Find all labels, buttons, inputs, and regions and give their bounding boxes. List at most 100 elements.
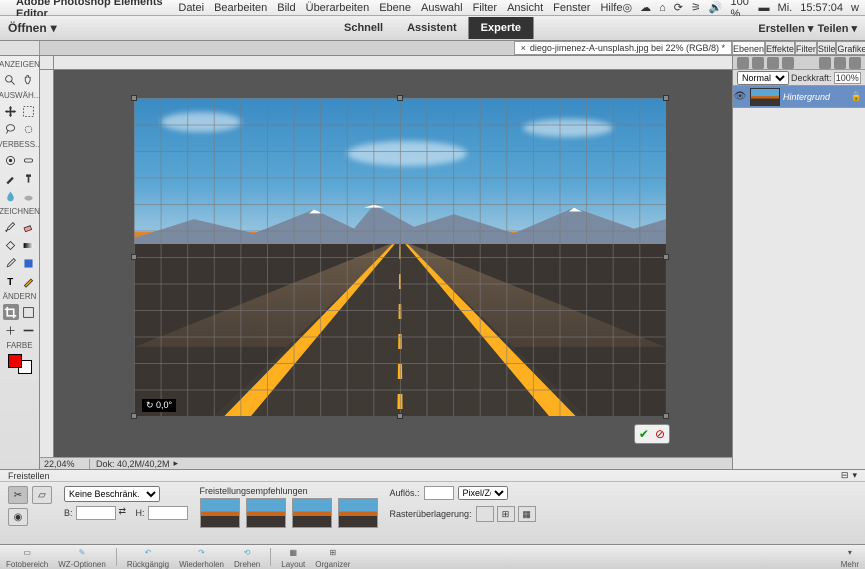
crop-suggestion-thumb[interactable] bbox=[246, 498, 286, 528]
crop-tool[interactable] bbox=[3, 304, 19, 320]
overlay-thirds-button[interactable]: ⊞ bbox=[497, 506, 515, 522]
chevron-right-icon[interactable]: ▸ bbox=[174, 458, 179, 469]
layer-thumbnail[interactable] bbox=[750, 88, 780, 106]
volume-icon[interactable]: 🔊 bbox=[709, 1, 723, 14]
text-tool[interactable]: T bbox=[3, 273, 19, 289]
foreground-color[interactable] bbox=[8, 354, 22, 368]
layer-mask-icon[interactable] bbox=[767, 57, 779, 69]
perspective-crop-icon[interactable]: ▱ bbox=[32, 486, 52, 504]
menu-filter[interactable]: Filter bbox=[473, 2, 497, 14]
status-icon[interactable]: ☁ bbox=[640, 1, 651, 14]
status-icon[interactable]: ◎ bbox=[622, 1, 632, 14]
menu-auswahl[interactable]: Auswahl bbox=[421, 2, 463, 14]
move-tool[interactable] bbox=[3, 103, 19, 119]
eraser-tool[interactable] bbox=[21, 219, 37, 235]
mode-quick[interactable]: Schnell bbox=[332, 17, 395, 39]
crop-suggestion-thumb[interactable] bbox=[338, 498, 378, 528]
adjustment-layer-icon[interactable] bbox=[782, 57, 794, 69]
panel-tab-effekte[interactable]: Effekte bbox=[765, 41, 795, 55]
chevron-down-icon[interactable]: ▾ bbox=[852, 470, 857, 481]
straighten-tool[interactable] bbox=[21, 322, 37, 338]
gradient-tool[interactable] bbox=[21, 237, 37, 253]
dock-fotobereich[interactable]: ▭Fotobereich bbox=[6, 545, 48, 569]
spot-heal-tool[interactable] bbox=[21, 152, 37, 168]
aspect-ratio-select[interactable]: Keine Beschränk. bbox=[64, 486, 160, 502]
visibility-icon[interactable]: 👁 bbox=[733, 91, 747, 102]
open-button[interactable]: Öffnen▾ bbox=[8, 21, 57, 35]
new-layer-icon[interactable] bbox=[737, 57, 749, 69]
quick-select-tool[interactable] bbox=[21, 121, 37, 137]
dock-undo[interactable]: ↶Rückgängig bbox=[127, 545, 169, 569]
collapse-icon[interactable]: ⊟ bbox=[841, 470, 849, 481]
menu-bearbeiten[interactable]: Bearbeiten bbox=[214, 2, 267, 14]
resolution-input[interactable] bbox=[424, 486, 454, 500]
lock-icon[interactable]: 🔒 bbox=[851, 91, 862, 102]
status-icon[interactable]: ⟳ bbox=[674, 1, 683, 14]
layer-fx-icon[interactable] bbox=[752, 57, 764, 69]
layer-name[interactable]: Hintergrund bbox=[783, 92, 851, 102]
color-picker[interactable] bbox=[8, 354, 32, 374]
layer-row[interactable]: 👁 Hintergrund 🔒 bbox=[733, 86, 865, 108]
brush-tool[interactable] bbox=[3, 219, 19, 235]
canvas[interactable]: ↻ 0,0° ✔ ⊘ bbox=[134, 98, 666, 416]
dock-organizer[interactable]: ⊞Organizer bbox=[315, 545, 350, 569]
menu-ueberarbeiten[interactable]: Überarbeiten bbox=[306, 2, 370, 14]
mode-assist[interactable]: Assistent bbox=[395, 17, 469, 39]
recompose-tool[interactable] bbox=[21, 304, 37, 320]
fill-tool[interactable] bbox=[3, 237, 19, 253]
cancel-icon[interactable]: ⊘ bbox=[655, 427, 665, 441]
cookie-cutter-icon[interactable]: ◉ bbox=[8, 508, 28, 526]
height-input[interactable] bbox=[148, 506, 188, 520]
ruler-horizontal[interactable] bbox=[54, 56, 732, 70]
shape-tool[interactable] bbox=[21, 255, 37, 271]
overlay-none-button[interactable] bbox=[476, 506, 494, 522]
create-button[interactable]: Erstellen ▾ bbox=[758, 22, 813, 35]
menu-ansicht[interactable]: Ansicht bbox=[507, 2, 543, 14]
menu-hilfe[interactable]: Hilfe bbox=[600, 2, 622, 14]
battery-icon[interactable]: ▬ bbox=[759, 2, 770, 14]
zoom-tool[interactable] bbox=[3, 72, 19, 88]
content-move-tool[interactable] bbox=[3, 322, 19, 338]
overlay-grid-button[interactable]: ▦ bbox=[518, 506, 536, 522]
lasso-tool[interactable] bbox=[3, 121, 19, 137]
dock-rotate[interactable]: ⟲Drehen bbox=[234, 545, 260, 569]
blur-tool[interactable] bbox=[3, 188, 19, 204]
sponge-tool[interactable] bbox=[21, 188, 37, 204]
dock-redo[interactable]: ↷Wiederholen bbox=[179, 545, 224, 569]
panel-tab-ebenen[interactable]: Ebenen bbox=[732, 41, 765, 55]
commit-icon[interactable]: ✔ bbox=[639, 427, 649, 441]
panel-menu-icon[interactable] bbox=[849, 57, 861, 69]
menu-ebene[interactable]: Ebene bbox=[379, 2, 411, 14]
opacity-value[interactable]: 100% bbox=[834, 72, 861, 84]
lock-icon[interactable] bbox=[819, 57, 831, 69]
delete-layer-icon[interactable] bbox=[834, 57, 846, 69]
zoom-value[interactable]: 22,04% bbox=[40, 459, 90, 469]
resolution-unit-select[interactable]: Pixel/Zen... bbox=[458, 486, 508, 500]
dock-more[interactable]: ▾Mehr bbox=[841, 545, 859, 569]
crop-suggestion-thumb[interactable] bbox=[292, 498, 332, 528]
menu-fenster[interactable]: Fenster bbox=[553, 2, 590, 14]
crop-suggestion-thumb[interactable] bbox=[200, 498, 240, 528]
blend-mode-select[interactable]: Normal bbox=[737, 71, 789, 85]
dock-wz-optionen[interactable]: ✎WZ-Optionen bbox=[58, 545, 106, 569]
panel-tab-filter[interactable]: Filter bbox=[795, 41, 817, 55]
pencil-tool[interactable] bbox=[21, 273, 37, 289]
ruler-vertical[interactable] bbox=[40, 70, 54, 457]
hand-tool[interactable] bbox=[21, 72, 37, 88]
redeye-tool[interactable] bbox=[3, 152, 19, 168]
eyedropper-tool[interactable] bbox=[3, 255, 19, 271]
crop-mode-icon[interactable]: ✂ bbox=[8, 486, 28, 504]
menu-datei[interactable]: Datei bbox=[178, 2, 204, 14]
wifi-icon[interactable]: ⚞ bbox=[691, 1, 701, 14]
close-icon[interactable]: × bbox=[521, 43, 526, 53]
dock-layout[interactable]: ▦Layout bbox=[281, 545, 305, 569]
swap-wh-icon[interactable]: ⇄ bbox=[119, 506, 133, 520]
user-initial[interactable]: w bbox=[851, 2, 859, 14]
panel-tab-grafiken[interactable]: Grafike bbox=[836, 41, 865, 55]
document-tab[interactable]: × diego-jimenez-A-unsplash.jpg bei 22% (… bbox=[514, 41, 732, 55]
status-icon[interactable]: ⌂ bbox=[659, 2, 666, 14]
menu-bild[interactable]: Bild bbox=[277, 2, 295, 14]
marquee-tool[interactable] bbox=[21, 103, 37, 119]
panel-tab-stile[interactable]: Stile bbox=[817, 41, 837, 55]
smart-brush-tool[interactable] bbox=[3, 170, 19, 186]
